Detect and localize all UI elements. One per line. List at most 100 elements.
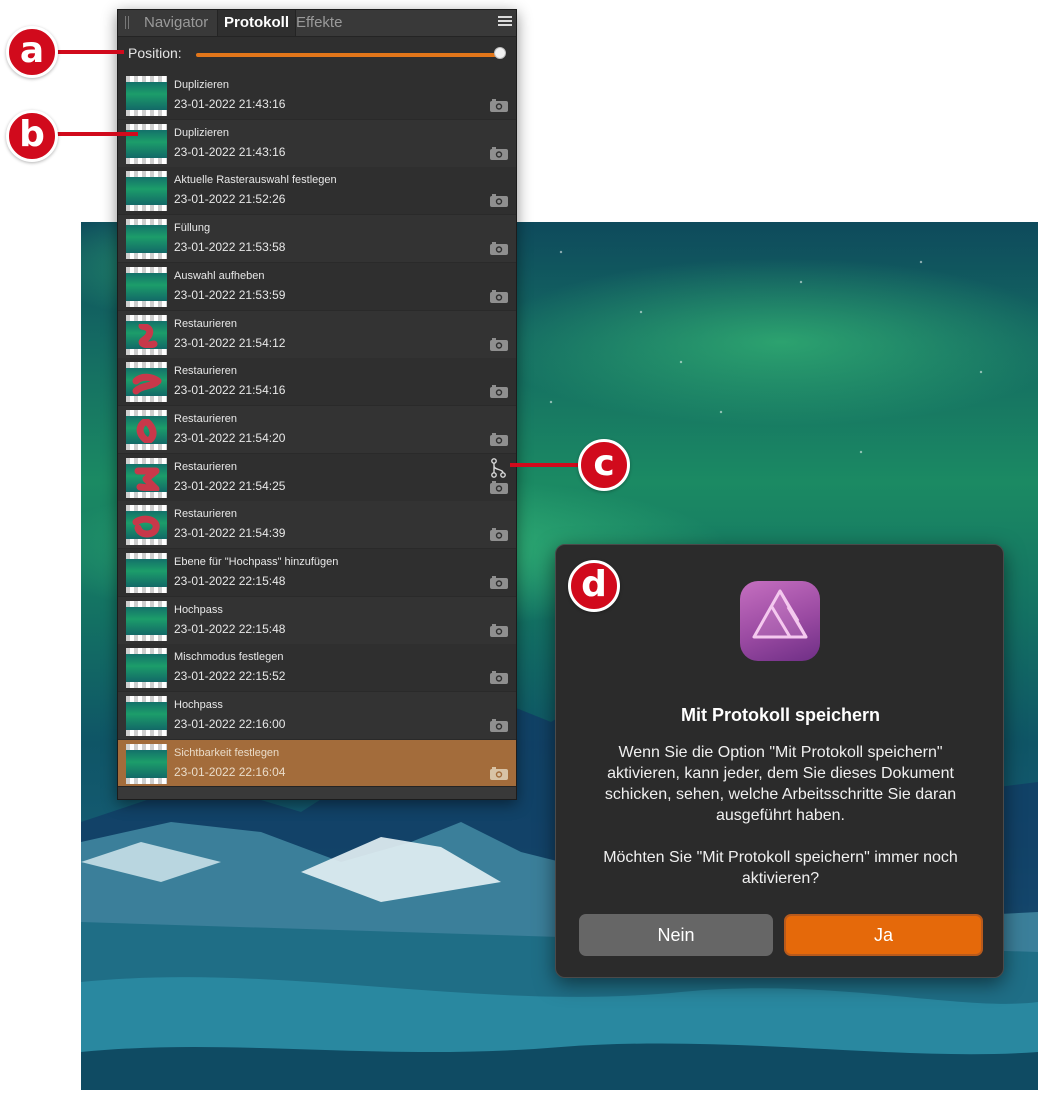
history-entry[interactable]: Mischmodus festlegen 23-01-2022 22:15:52 bbox=[118, 644, 516, 693]
marker-d: d bbox=[568, 560, 620, 612]
history-entry-title: Sichtbarkeit festlegen bbox=[174, 746, 280, 759]
marker-c: c bbox=[578, 439, 630, 491]
history-thumbnail bbox=[126, 648, 167, 689]
dialog-message-1: Wenn Sie die Option "Mit Protokoll speic… bbox=[604, 744, 957, 824]
history-entry[interactable]: Restaurieren 23-01-2022 21:54:12 bbox=[118, 310, 516, 359]
menu-icon[interactable] bbox=[498, 16, 512, 28]
history-thumbnail bbox=[126, 314, 167, 355]
camera-icon[interactable] bbox=[490, 766, 508, 780]
history-entry[interactable]: Auswahl aufheben 23-01-2022 21:53:59 bbox=[118, 262, 516, 311]
history-entry-title: Hochpass bbox=[174, 603, 223, 616]
history-entry[interactable]: Hochpass 23-01-2022 22:15:48 bbox=[118, 596, 516, 645]
history-entry-title: Hochpass bbox=[174, 699, 223, 712]
marker-b-leader bbox=[56, 132, 138, 136]
tab-protokoll[interactable]: Protokoll bbox=[217, 10, 297, 36]
history-panel: Navigator Protokoll Effekte Position: Du… bbox=[117, 9, 517, 800]
history-thumbnail bbox=[126, 76, 167, 116]
history-thumbnail bbox=[126, 362, 167, 403]
camera-icon[interactable] bbox=[490, 528, 508, 542]
position-slider-thumb[interactable] bbox=[494, 47, 506, 59]
position-label: Position: bbox=[128, 45, 182, 61]
history-entry-title: Restaurieren bbox=[174, 412, 237, 425]
history-entry[interactable]: Duplizieren 23-01-2022 21:43:16 bbox=[118, 119, 516, 168]
history-entry-title: Mischmodus festlegen bbox=[174, 651, 284, 664]
history-entry[interactable]: Sichtbarkeit festlegen 23-01-2022 22:16:0… bbox=[118, 739, 516, 788]
history-entry-time: 23-01-2022 21:54:12 bbox=[174, 335, 286, 350]
history-entry-time: 23-01-2022 21:43:16 bbox=[174, 144, 286, 159]
history-thumbnail bbox=[126, 266, 167, 307]
camera-icon[interactable] bbox=[490, 289, 508, 303]
history-entry[interactable]: Ebene für "Hochpass" hinzufügen 23-01-202… bbox=[118, 549, 516, 597]
history-entry-time: 23-01-2022 21:43:16 bbox=[174, 97, 286, 111]
tab-effekte[interactable]: Effekte bbox=[290, 10, 348, 36]
history-thumbnail bbox=[126, 600, 167, 641]
marker-a: a bbox=[6, 26, 58, 78]
dialog-message-2: Möchten Sie "Mit Protokoll speichern" im… bbox=[603, 849, 958, 887]
history-thumbnail bbox=[126, 123, 167, 164]
history-entry-time: 23-01-2022 22:15:48 bbox=[174, 621, 286, 636]
history-entry-time: 23-01-2022 22:15:52 bbox=[174, 669, 286, 684]
history-entry-time: 23-01-2022 21:54:16 bbox=[174, 383, 286, 398]
camera-icon[interactable] bbox=[490, 671, 508, 685]
camera-icon[interactable] bbox=[490, 480, 508, 494]
history-thumbnail bbox=[126, 171, 167, 212]
history-entry[interactable]: Restaurieren 23-01-2022 21:54:25 bbox=[118, 453, 516, 502]
history-entry-title: Restaurieren bbox=[174, 317, 237, 330]
history-entry-time: 23-01-2022 22:15:48 bbox=[174, 574, 286, 588]
history-entry-title: Füllung bbox=[174, 222, 211, 235]
history-entry-title: Restaurieren bbox=[174, 460, 237, 473]
history-entry[interactable]: Füllung 23-01-2022 21:53:58 bbox=[118, 215, 516, 264]
history-entry-time: 23-01-2022 21:52:26 bbox=[174, 192, 286, 207]
camera-icon[interactable] bbox=[490, 194, 508, 208]
history-entry-time: 23-01-2022 21:54:39 bbox=[174, 526, 286, 541]
camera-icon[interactable] bbox=[490, 337, 508, 351]
history-list: Duplizieren 23-01-2022 21:43:16 Dupliziere… bbox=[118, 72, 516, 788]
history-entry-time: 23-01-2022 21:53:59 bbox=[174, 287, 286, 302]
history-entry-title: Ebene für "Hochpass" hinzufügen bbox=[174, 556, 339, 568]
marker-a-leader bbox=[56, 50, 124, 54]
history-entry-time: 23-01-2022 21:54:20 bbox=[174, 430, 286, 445]
panel-grip-handle[interactable] bbox=[125, 16, 130, 29]
affinity-photo-app-icon bbox=[740, 581, 820, 661]
history-entry-title: Aktuelle Rasterauswahl festlegen bbox=[174, 174, 337, 187]
history-thumbnail bbox=[126, 696, 167, 737]
history-entry-title: Duplizieren bbox=[174, 126, 230, 139]
position-slider-track[interactable] bbox=[196, 53, 505, 57]
marker-b: b bbox=[6, 110, 58, 162]
history-thumbnail bbox=[126, 553, 167, 593]
history-entry-title: Restaurieren bbox=[174, 365, 237, 378]
history-entry[interactable]: Duplizieren 23-01-2022 21:43:16 bbox=[118, 72, 516, 120]
history-entry-title: Auswahl aufheben bbox=[174, 269, 265, 282]
history-entry-time: 23-01-2022 22:16:00 bbox=[174, 717, 286, 732]
history-entry[interactable]: Restaurieren 23-01-2022 21:54:16 bbox=[118, 358, 516, 407]
dialog-message: Wenn Sie die Option "Mit Protokoll speic… bbox=[580, 742, 981, 889]
history-thumbnail bbox=[126, 505, 167, 546]
history-entry[interactable]: Restaurieren 23-01-2022 21:54:39 bbox=[118, 501, 516, 550]
history-entry[interactable]: Aktuelle Rasterauswahl festlegen 23-01-20… bbox=[118, 167, 516, 216]
camera-icon[interactable] bbox=[490, 576, 508, 589]
camera-icon[interactable] bbox=[490, 719, 508, 733]
camera-icon[interactable] bbox=[490, 99, 508, 112]
history-entry[interactable]: Hochpass 23-01-2022 22:16:00 bbox=[118, 692, 516, 741]
panel-tab-bar: Navigator Protokoll Effekte bbox=[118, 10, 516, 37]
ja-button[interactable]: Ja bbox=[784, 914, 983, 956]
dialog-title: Mit Protokoll speichern bbox=[680, 705, 881, 725]
marker-c-leader bbox=[510, 463, 582, 467]
history-entry-title: Restaurieren bbox=[174, 508, 237, 521]
camera-icon[interactable] bbox=[490, 242, 508, 256]
camera-icon[interactable] bbox=[490, 432, 508, 446]
save-with-history-dialog: Mit Protokoll speichern Wenn Sie die Opt… bbox=[555, 544, 1004, 978]
camera-icon[interactable] bbox=[490, 146, 508, 160]
camera-icon[interactable] bbox=[490, 623, 508, 637]
branch-icon[interactable] bbox=[490, 457, 506, 478]
nein-button[interactable]: Nein bbox=[579, 914, 773, 956]
history-entry[interactable]: Restaurieren 23-01-2022 21:54:20 bbox=[118, 405, 516, 454]
camera-icon[interactable] bbox=[490, 385, 508, 399]
position-row: Position: bbox=[118, 37, 516, 71]
history-entry-time: 23-01-2022 22:16:04 bbox=[174, 764, 286, 779]
history-entry-title: Duplizieren bbox=[174, 79, 230, 91]
tab-navigator[interactable]: Navigator bbox=[138, 10, 214, 36]
history-entry-time: 23-01-2022 21:53:58 bbox=[174, 240, 286, 255]
history-entry-time: 23-01-2022 21:54:25 bbox=[174, 478, 286, 493]
history-thumbnail bbox=[126, 219, 167, 260]
